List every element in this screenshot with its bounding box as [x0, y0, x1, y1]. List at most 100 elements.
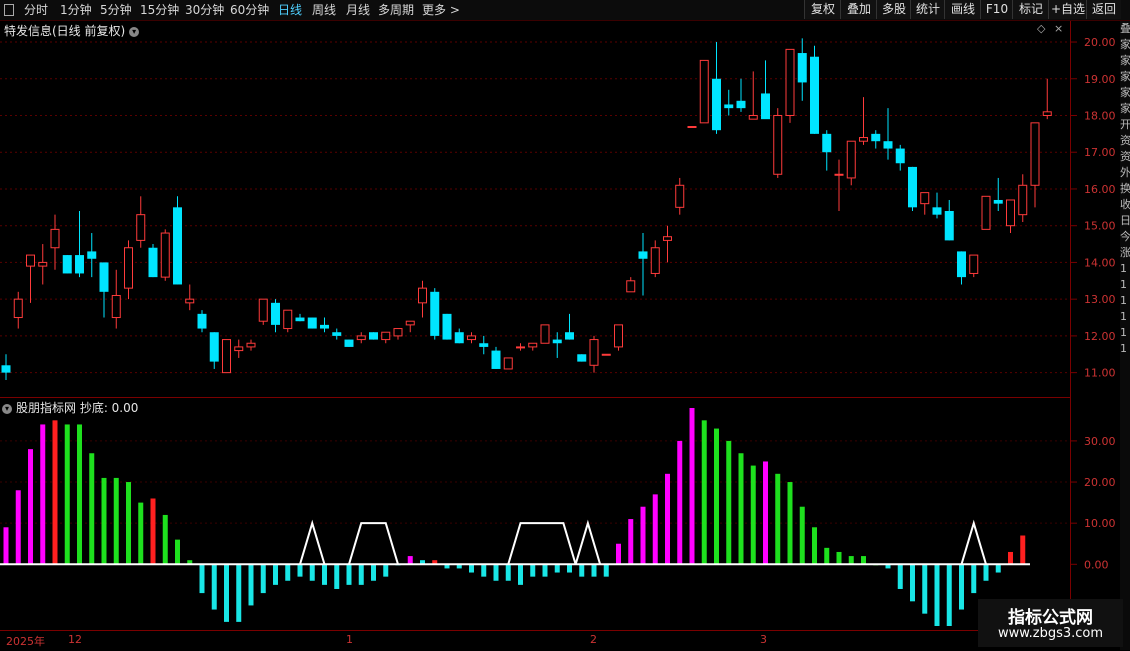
tab-more[interactable]: 更多 >: [422, 1, 460, 19]
candle-body: [369, 332, 378, 340]
date-label-year: 2025年: [6, 635, 45, 648]
indicator-bar: [848, 556, 854, 565]
price-tick-label: 15.00: [1084, 220, 1116, 233]
tab-1min[interactable]: 1分钟: [60, 1, 92, 19]
tab-monthly[interactable]: 月线: [346, 1, 370, 19]
side-info-char: 家: [1120, 38, 1130, 51]
candle-body: [197, 313, 207, 329]
indicator-bar: [126, 482, 131, 565]
price-tick-label: 16.00: [1084, 183, 1116, 196]
candle-body: [944, 211, 954, 241]
candle-body: [160, 232, 170, 278]
indicator-bar: [775, 473, 781, 565]
candle-body: [687, 126, 697, 129]
side-info-char: 家: [1120, 102, 1130, 115]
add-watchlist-button[interactable]: +自选: [1048, 0, 1087, 19]
indicator-bar: [812, 527, 817, 565]
indicator-bar: [946, 564, 952, 626]
tab-daily[interactable]: 日线: [278, 1, 302, 19]
side-info-char: 涨: [1120, 246, 1130, 259]
candle-body: [295, 317, 305, 322]
candle-body: [883, 141, 893, 149]
side-info-char: 换: [1120, 182, 1130, 195]
price-tick-label: 14.00: [1084, 256, 1116, 269]
indicator-bar: [897, 564, 903, 589]
indicator-bar: [407, 556, 413, 565]
indicator-bar: [1008, 551, 1013, 565]
candle-body: [699, 59, 709, 124]
indicator-bar: [628, 519, 634, 565]
adjust-button[interactable]: 复权: [804, 0, 841, 19]
indicator-bar: [750, 465, 756, 565]
stats-button[interactable]: 统计: [910, 0, 945, 19]
side-info-char: 资: [1120, 134, 1130, 147]
multi-stock-button[interactable]: 多股: [876, 0, 911, 19]
candle-body: [283, 309, 293, 330]
indicator-bar: [824, 547, 830, 565]
side-info-char: 外: [1120, 166, 1130, 179]
candle-body: [99, 262, 109, 292]
indicator-bar: [493, 564, 499, 581]
date-label-mar: 3: [760, 633, 767, 646]
candle-body: [871, 133, 881, 142]
candle-body: [62, 255, 72, 274]
candle-body: [26, 254, 35, 267]
indicator-bar: [518, 564, 523, 585]
indicator-panel[interactable]: ▾ 股朋指标网 抄底: 0.00: [0, 398, 1071, 629]
candle-body: [614, 324, 623, 348]
candle-body: [736, 100, 746, 109]
watermark-title: 指标公式网: [1008, 608, 1093, 628]
candle-body: [1030, 122, 1040, 186]
window-icon[interactable]: [4, 4, 14, 16]
indicator-bar: [995, 564, 1001, 573]
candle-body: [650, 247, 660, 274]
side-info-char: 收: [1120, 198, 1130, 211]
indicator-bar: [40, 424, 46, 565]
indicator-bar: [383, 564, 389, 577]
draw-line-button[interactable]: 画线: [944, 0, 981, 19]
mark-button[interactable]: 标记: [1012, 0, 1049, 19]
candle-body: [908, 166, 917, 208]
candle-body: [846, 140, 856, 179]
tab-weekly[interactable]: 周线: [312, 1, 336, 19]
indicator-tick-label: 20.00: [1084, 476, 1116, 489]
candle-body: [75, 255, 84, 274]
indicator-tick-label: 0.00: [1084, 558, 1109, 571]
tab-5min[interactable]: 5分钟: [100, 1, 132, 19]
price-tick-label: 12.00: [1084, 330, 1116, 343]
date-label-dec: 12: [68, 633, 82, 646]
side-info-char: 1: [1120, 262, 1127, 275]
f10-button[interactable]: F10: [980, 0, 1013, 19]
tab-timeshare[interactable]: 分时: [24, 1, 48, 19]
indicator-bar: [505, 564, 511, 581]
indicator-chart: [0, 408, 1070, 626]
indicator-bar: [15, 490, 21, 565]
side-info-char: 家: [1120, 86, 1130, 99]
candle-body: [246, 342, 256, 348]
indicator-bar: [542, 564, 548, 577]
candle-body: [344, 339, 354, 347]
indicator-bar: [64, 424, 70, 565]
tab-15min[interactable]: 15分钟: [140, 1, 179, 19]
indicator-bar: [113, 477, 119, 565]
tab-30min[interactable]: 30分钟: [185, 1, 224, 19]
side-info-char: 家: [1120, 70, 1130, 83]
candle-body: [712, 78, 721, 131]
tab-60min[interactable]: 60分钟: [230, 1, 269, 19]
indicator-bar: [150, 498, 156, 565]
candle-body: [920, 192, 930, 205]
candle-body: [785, 48, 795, 116]
indicator-bar: [175, 539, 180, 565]
indicator-bar: [101, 477, 107, 565]
side-info-char: 日: [1120, 214, 1130, 227]
candle-body: [957, 251, 966, 278]
candle-body: [589, 339, 599, 366]
overlay-button[interactable]: 叠加: [840, 0, 877, 19]
candle-body: [1, 365, 11, 373]
kline-panel[interactable]: 特发信息(日线 前复权) ▾ ◇ ×: [0, 21, 1071, 398]
back-button[interactable]: 返回: [1086, 0, 1121, 19]
date-label-jan: 1: [346, 633, 353, 646]
candle-body: [479, 343, 489, 347]
tab-multi-period[interactable]: 多周期: [378, 1, 414, 19]
candle-body: [601, 353, 611, 356]
